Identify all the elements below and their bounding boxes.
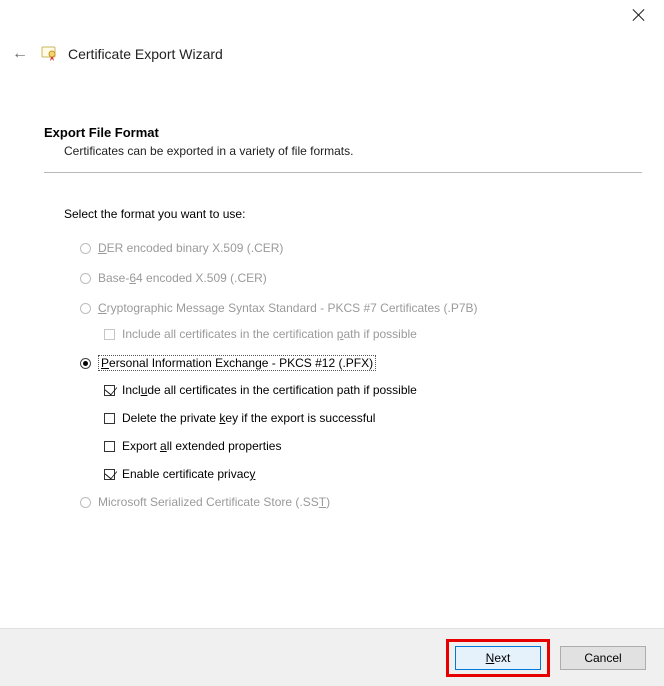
- format-prompt: Select the format you want to use:: [64, 207, 642, 221]
- wizard-window: ← Certificate Export Wizard Export File …: [0, 0, 664, 686]
- certificate-icon: [40, 44, 60, 64]
- back-button[interactable]: ←: [0, 46, 40, 62]
- section-title: Export File Format: [44, 125, 642, 140]
- check-pkcs7-include: Include all certificates in the certific…: [104, 327, 642, 341]
- format-options: DER encoded binary X.509 (.CER) Base-64 …: [80, 241, 642, 509]
- check-pfx-ext[interactable]: Export all extended properties: [104, 439, 642, 453]
- radio-pkcs7: Cryptographic Message Syntax Standard - …: [80, 301, 642, 315]
- radio-label-der: DER encoded binary X.509 (.CER): [98, 241, 283, 255]
- radio-label-pfx: Personal Information Exchange - PKCS #12…: [98, 355, 376, 371]
- check-label: Enable certificate privacy: [122, 467, 255, 481]
- checkbox-icon: [104, 441, 115, 452]
- cancel-button[interactable]: Cancel: [560, 646, 646, 670]
- radio-icon: [80, 358, 91, 369]
- check-label: Delete the private key if the export is …: [122, 411, 375, 425]
- radio-der: DER encoded binary X.509 (.CER): [80, 241, 642, 255]
- checkbox-icon: [104, 329, 115, 340]
- wizard-title: Certificate Export Wizard: [68, 46, 223, 62]
- radio-pfx[interactable]: Personal Information Exchange - PKCS #12…: [80, 355, 642, 371]
- check-pfx-delete[interactable]: Delete the private key if the export is …: [104, 411, 642, 425]
- wizard-content: Export File Format Certificates can be e…: [44, 125, 642, 525]
- check-pfx-include[interactable]: Include all certificates in the certific…: [104, 383, 642, 397]
- divider: [44, 172, 642, 173]
- check-label: Export all extended properties: [122, 439, 281, 453]
- radio-icon: [80, 273, 91, 284]
- wizard-header: ← Certificate Export Wizard: [0, 44, 664, 64]
- checkbox-icon: [104, 385, 115, 396]
- next-button[interactable]: Next: [455, 646, 541, 670]
- check-pfx-privacy[interactable]: Enable certificate privacy: [104, 467, 642, 481]
- radio-sst: Microsoft Serialized Certificate Store (…: [80, 495, 642, 509]
- close-button[interactable]: [632, 8, 646, 22]
- radio-label-pkcs7: Cryptographic Message Syntax Standard - …: [98, 301, 478, 315]
- radio-label-base64: Base-64 encoded X.509 (.CER): [98, 271, 267, 285]
- highlight-annotation: Next: [446, 639, 550, 677]
- radio-icon: [80, 243, 91, 254]
- radio-base64: Base-64 encoded X.509 (.CER): [80, 271, 642, 285]
- checkbox-icon: [104, 469, 115, 480]
- radio-icon: [80, 303, 91, 314]
- radio-label-sst: Microsoft Serialized Certificate Store (…: [98, 495, 330, 509]
- section-subtitle: Certificates can be exported in a variet…: [64, 144, 642, 158]
- radio-icon: [80, 497, 91, 508]
- check-label: Include all certificates in the certific…: [122, 383, 417, 397]
- check-label: Include all certificates in the certific…: [122, 327, 417, 341]
- wizard-footer: Next Cancel: [0, 628, 664, 686]
- checkbox-icon: [104, 413, 115, 424]
